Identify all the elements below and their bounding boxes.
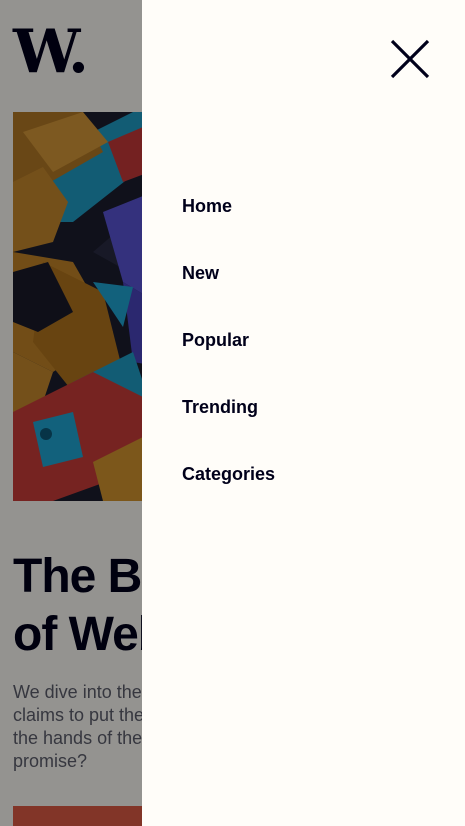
- mobile-menu-drawer: Home New Popular Trending Categories: [142, 0, 465, 826]
- close-menu-button[interactable]: [387, 36, 433, 82]
- menu-item-home: Home: [182, 194, 275, 261]
- menu-item-trending: Trending: [182, 395, 275, 462]
- menu-item-categories: Categories: [182, 462, 275, 529]
- menu-nav: Home New Popular Trending Categories: [182, 194, 275, 529]
- menu-link-trending[interactable]: Trending: [182, 395, 258, 419]
- menu-link-popular[interactable]: Popular: [182, 328, 249, 352]
- menu-link-home[interactable]: Home: [182, 194, 232, 218]
- close-icon: [387, 36, 433, 82]
- menu-item-new: New: [182, 261, 275, 328]
- menu-link-categories[interactable]: Categories: [182, 462, 275, 486]
- menu-item-popular: Popular: [182, 328, 275, 395]
- menu-link-new[interactable]: New: [182, 261, 219, 285]
